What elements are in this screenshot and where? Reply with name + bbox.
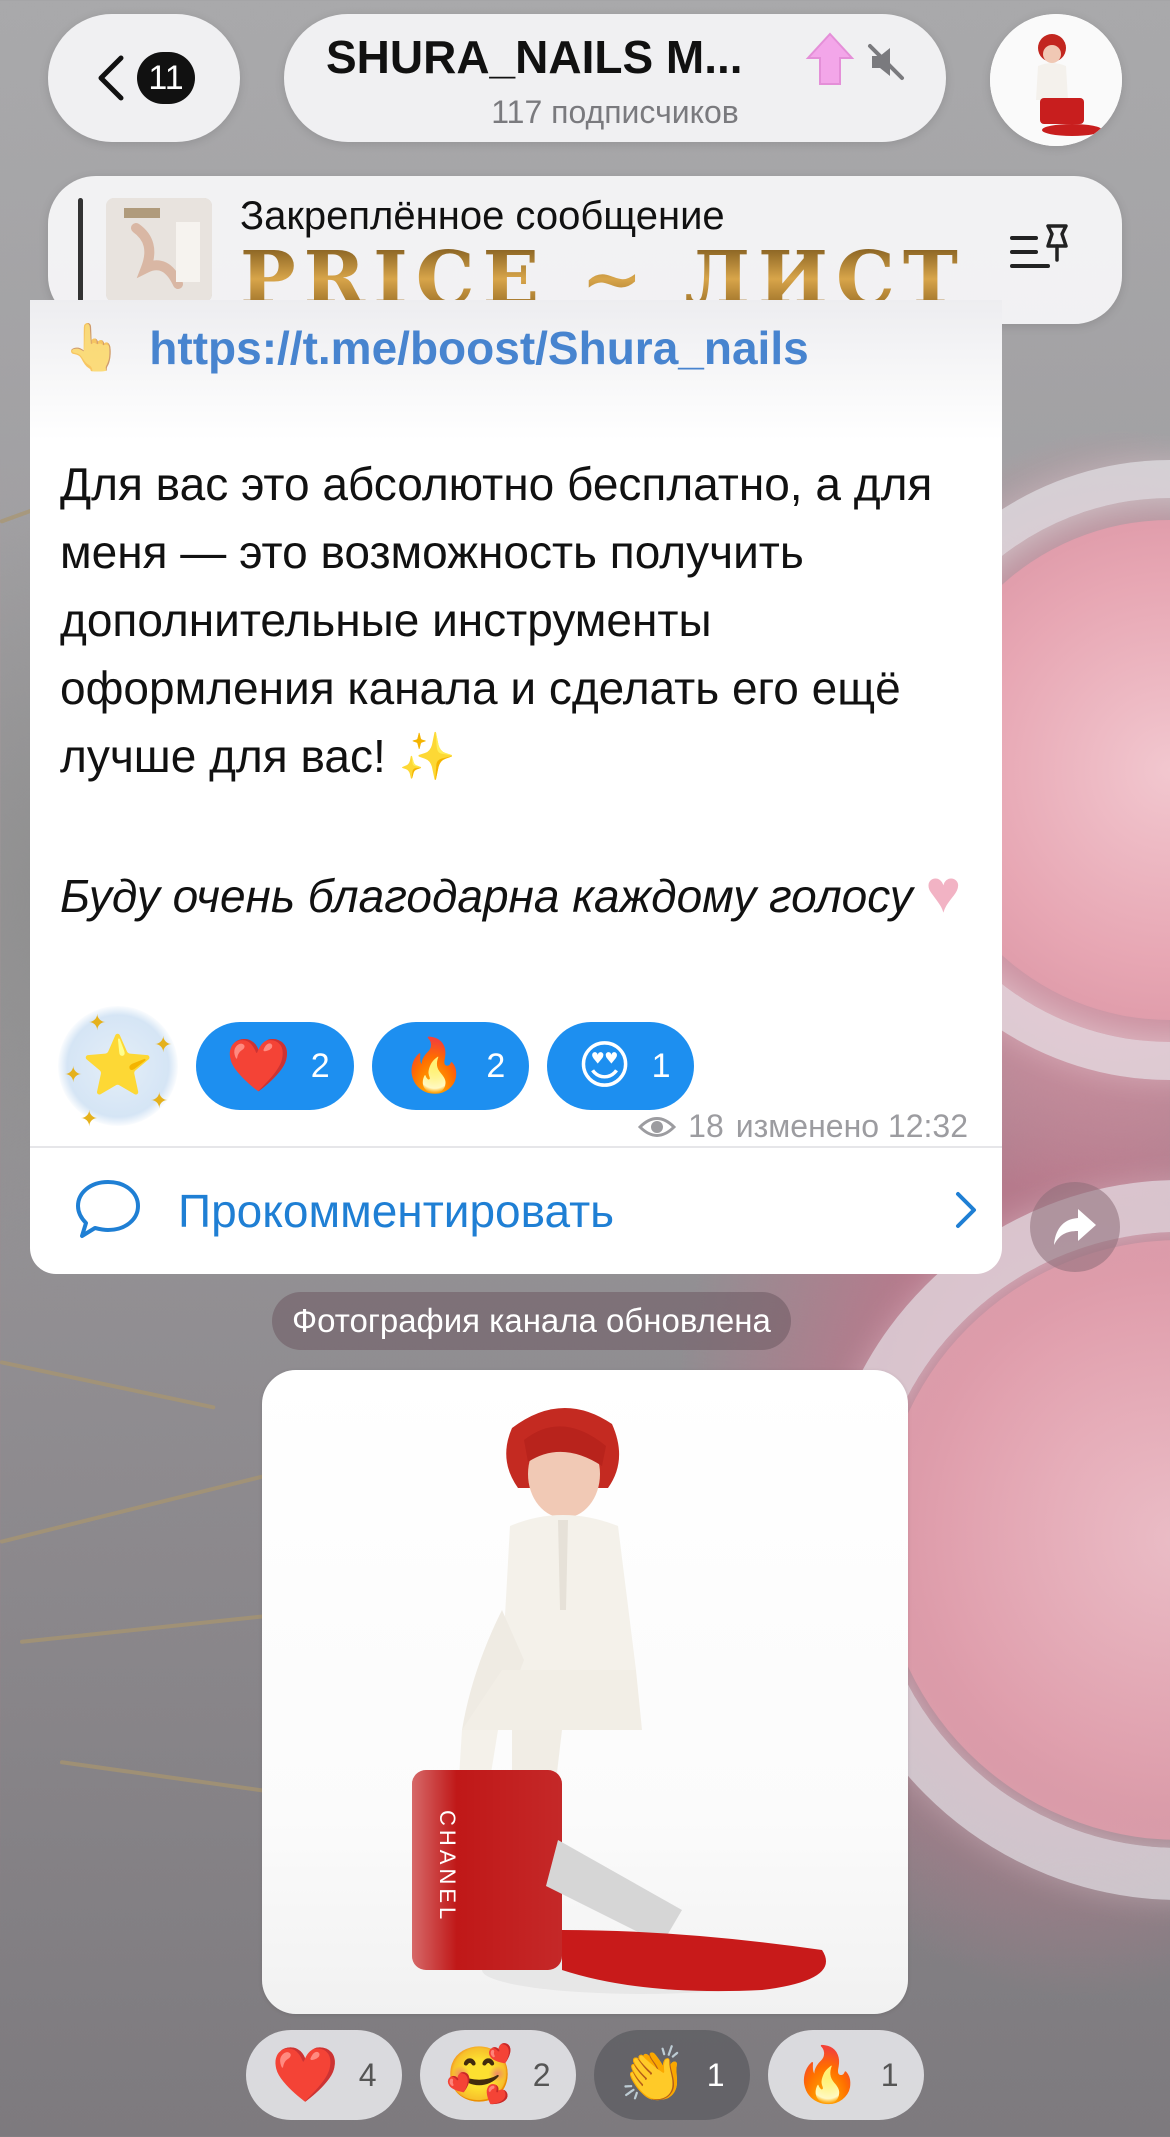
channel-message[interactable]: 👆 https://t.me/boost/Shura_nails Для вас… — [30, 300, 1002, 1274]
channel-header[interactable]: SHURA_NAILS M... 117 подписчиков — [284, 14, 946, 142]
edited-time: изменено 12:32 — [735, 1108, 968, 1144]
photo-image: CHANEL — [412, 1407, 826, 1994]
smiling-hearts-reaction[interactable]: 🥰 2 — [420, 2030, 576, 2120]
pinned-thumbnail — [106, 198, 212, 302]
pointing-hand-icon: 👆 — [64, 321, 122, 373]
boost-link[interactable]: https://t.me/boost/Shura_nails — [149, 321, 808, 375]
muted-speaker-icon — [868, 44, 904, 80]
chevron-right-icon — [956, 1192, 976, 1228]
clap-icon: 👏 — [619, 2045, 687, 2105]
star-icon: ⭐ — [81, 1033, 155, 1098]
reaction-count: 4 — [358, 2056, 377, 2093]
pinned-list-icon[interactable] — [1008, 220, 1074, 280]
channel-title: SHURA_NAILS M... — [326, 31, 743, 83]
message-reactions: ✦ ✦ ✦ ✦ ✦ ⭐ ❤️ 2 🔥 2 😍 1 — [58, 1006, 695, 1131]
comment-label: Прокомментировать — [178, 1185, 615, 1237]
boost-link-row[interactable]: 👆 https://t.me/boost/Shura_nails — [64, 320, 809, 375]
pinned-indicator — [78, 198, 83, 302]
fire-icon: 🔥 — [793, 2045, 861, 2105]
heart-eyes-icon: 😍 — [577, 1037, 632, 1095]
back-button[interactable]: 11 — [48, 14, 240, 142]
message-body: Для вас это абсолютно бесплатно, а для м… — [60, 458, 933, 782]
boost-arrow-icon — [805, 32, 855, 85]
unread-count-badge: 11 — [137, 52, 195, 104]
heart-icon: ❤️ — [271, 2045, 339, 2105]
reaction-count: 2 — [486, 1046, 506, 1085]
eye-icon — [638, 1116, 677, 1137]
subscriber-count: 117 подписчиков — [491, 94, 739, 130]
fire-reaction[interactable]: 🔥 1 — [768, 2030, 924, 2120]
fire-reaction[interactable]: 🔥 2 — [371, 1022, 530, 1110]
reaction-count: 2 — [532, 2056, 551, 2093]
share-arrow-icon — [1054, 1209, 1096, 1245]
clap-reaction[interactable]: 👏 1 — [594, 2030, 750, 2120]
pinned-label: Закреплённое сообщение — [240, 194, 725, 238]
view-count: 18 — [688, 1108, 724, 1144]
svg-text:CHANEL: CHANEL — [435, 1810, 460, 1923]
comment-button[interactable]: Прокомментировать — [30, 1148, 1002, 1274]
heart-icon: ❤️ — [226, 1037, 291, 1095]
smiling-hearts-icon: 🥰 — [445, 2045, 513, 2105]
heart-reaction[interactable]: ❤️ 2 — [196, 1022, 354, 1110]
service-message: Фотография канала обновлена — [272, 1292, 791, 1350]
channel-avatar[interactable] — [990, 14, 1122, 146]
comment-bubble-icon — [76, 1180, 140, 1238]
forward-button[interactable] — [1030, 1182, 1120, 1272]
heart-eyes-reaction[interactable]: 😍 1 — [547, 1022, 695, 1110]
message-meta: 18 изменено 12:32 — [638, 1108, 968, 1145]
reaction-count: 2 — [310, 1046, 330, 1085]
heart-reaction[interactable]: ❤️ 4 — [246, 2030, 402, 2120]
pink-heart-icon: ♥ — [925, 858, 962, 925]
reaction-count: 1 — [880, 2056, 899, 2093]
channel-photo[interactable]: CHANEL — [262, 1370, 908, 2014]
reaction-count: 1 — [651, 1046, 671, 1085]
photo-reactions: ❤️ 4 🥰 2 👏 1 🔥 1 — [246, 2030, 924, 2120]
avatar-image — [990, 14, 1122, 146]
fire-icon: 🔥 — [401, 1037, 467, 1095]
star-reaction[interactable]: ✦ ✦ ✦ ✦ ✦ ⭐ — [58, 1006, 178, 1131]
message-italic-text: Буду очень благодарна каждому голосу ♥ — [60, 858, 962, 925]
reaction-count: 1 — [706, 2056, 725, 2093]
chevron-left-icon — [98, 55, 124, 101]
